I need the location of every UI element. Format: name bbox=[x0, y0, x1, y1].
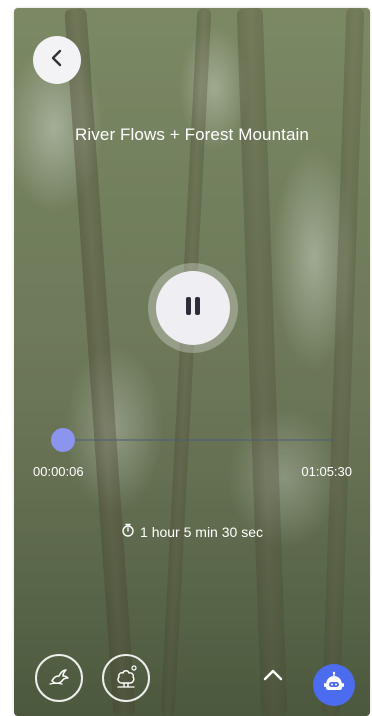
expand-button[interactable] bbox=[258, 664, 288, 690]
elapsed-time: 00:00:06 bbox=[33, 464, 84, 479]
track-title: River Flows + Forest Mountain bbox=[75, 125, 309, 144]
total-time: 01:05:30 bbox=[301, 464, 352, 479]
timer-icon bbox=[121, 523, 135, 540]
bird-icon bbox=[46, 663, 72, 694]
nature-sound-button[interactable] bbox=[102, 654, 150, 702]
robot-icon bbox=[321, 671, 347, 700]
duration-label: 1 hour 5 min 30 sec bbox=[140, 523, 263, 540]
pause-button[interactable] bbox=[156, 271, 230, 345]
chevron-left-icon bbox=[50, 48, 64, 73]
bird-sound-button[interactable] bbox=[35, 654, 83, 702]
background-dim-overlay bbox=[14, 8, 370, 716]
chevron-up-icon bbox=[262, 668, 284, 687]
player-screen: River Flows + Forest Mountain 00:00:06 0… bbox=[14, 8, 370, 716]
back-button[interactable] bbox=[33, 36, 81, 84]
tree-icon bbox=[113, 663, 139, 694]
duration-info: 1 hour 5 min 30 sec bbox=[14, 523, 370, 540]
pause-icon bbox=[183, 295, 203, 322]
progress-track[interactable] bbox=[63, 439, 335, 441]
pause-button-ring bbox=[148, 263, 238, 353]
assistant-button[interactable] bbox=[313, 664, 355, 706]
progress-thumb[interactable] bbox=[51, 428, 75, 452]
